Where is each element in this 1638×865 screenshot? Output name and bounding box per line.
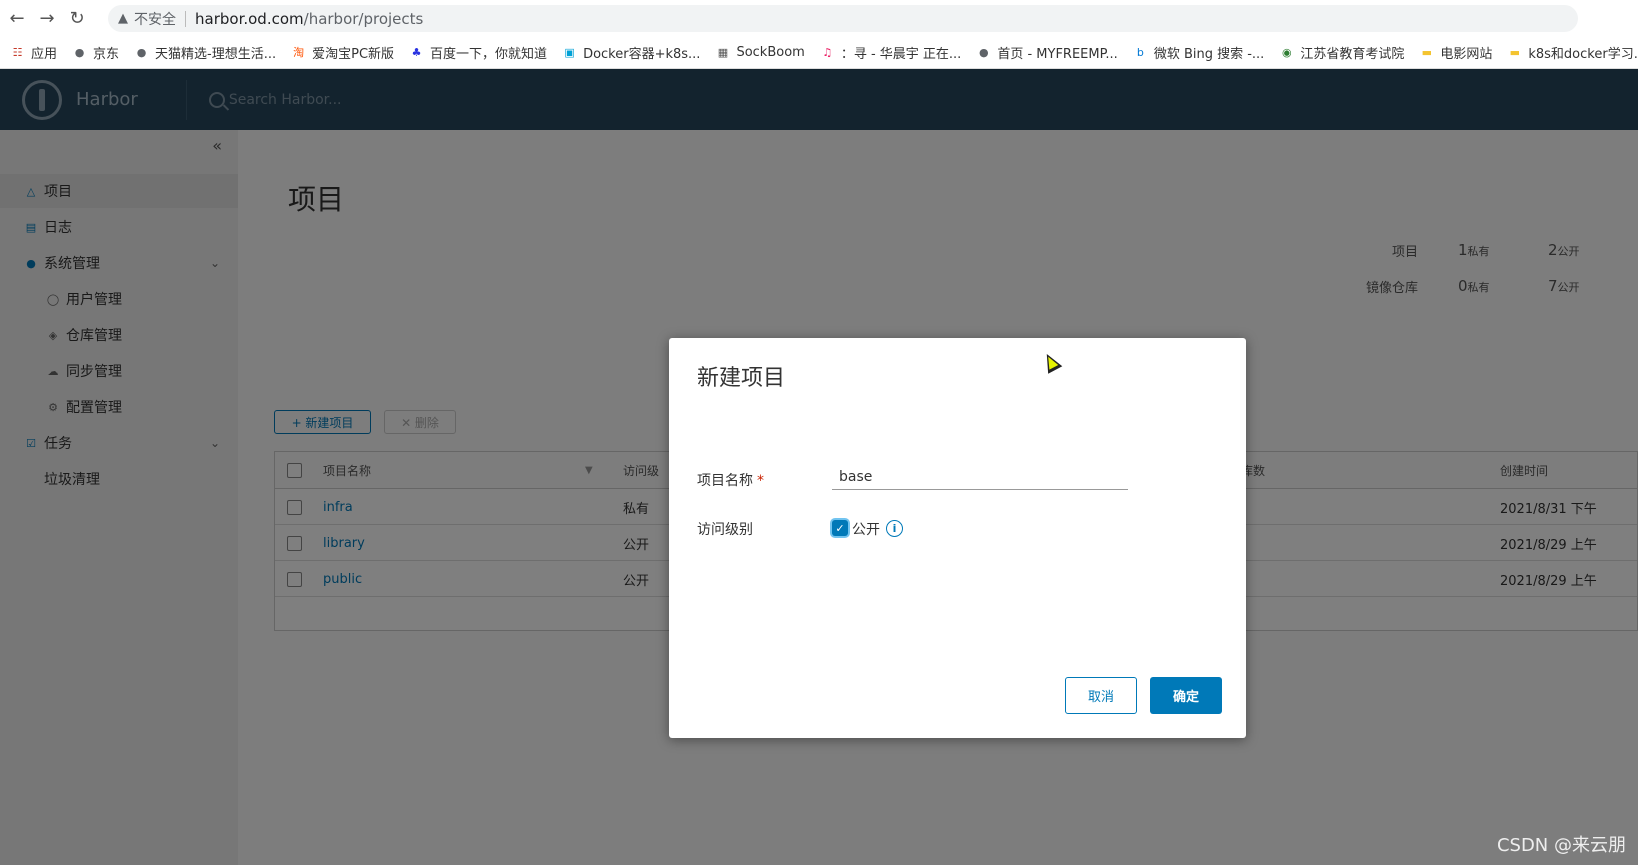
bilibili-icon: ▣	[564, 45, 575, 59]
forward-arrow-icon[interactable]: →	[34, 5, 60, 31]
folder-icon: ▬	[1509, 45, 1521, 59]
url-host: harbor.od.com	[195, 9, 304, 28]
bookmark-label: 爱淘宝PC新版	[312, 46, 395, 62]
sock-icon: ▦	[717, 45, 729, 59]
bookmark-item[interactable]: ♣ 百度一下，你就知道	[409, 43, 547, 62]
project-name-label: 项目名称 *	[697, 470, 764, 490]
globe-icon: ●	[136, 45, 147, 59]
dialog-title: 新建项目	[697, 366, 786, 391]
public-checkbox[interactable]: ✓	[832, 520, 848, 536]
bookmark-label: k8s和docker学习...	[1528, 46, 1638, 62]
security-indicator[interactable]: ▲ 不安全	[118, 9, 176, 29]
bookmark-item[interactable]: b 微软 Bing 搜索 -...	[1133, 43, 1265, 62]
url-text[interactable]: harbor.od.com/harbor/projects	[195, 10, 423, 28]
bookmark-label: 首页 - MYFREEMP...	[997, 46, 1118, 62]
taobao-icon: 淘	[293, 46, 305, 59]
info-icon[interactable]: i	[886, 520, 903, 537]
bookmark-label: 天猫精选-理想生活...	[155, 46, 277, 62]
public-checkbox-label[interactable]: 公开	[852, 519, 880, 539]
bookmarks-bar: ☷ 应用 ● 京东 ● 天猫精选-理想生活... 淘爱淘宝PC新版 ♣ 百度一下，你就知道 ▣ Do…	[0, 36, 1638, 69]
apps-grid-icon: ☷	[12, 45, 23, 59]
project-name-label-text: 项目名称	[697, 473, 753, 489]
bookmark-label: 应用	[31, 46, 58, 62]
reload-icon[interactable]: ↻	[64, 5, 90, 31]
bookmark-item[interactable]: ♫ ：寻 - 华晨宇 正在...	[820, 43, 962, 62]
bookmark-label: 微软 Bing 搜索 -...	[1153, 46, 1265, 62]
bookmark-label: SockBoom	[736, 44, 805, 60]
required-mark: *	[757, 473, 764, 489]
edu-icon: ◉	[1282, 45, 1292, 59]
bookmark-item[interactable]: ▬ 电影网站	[1419, 43, 1493, 62]
baidu-paw-icon: ♣	[411, 45, 422, 59]
url-path: /harbor/projects	[303, 9, 424, 28]
bookmark-item[interactable]: ● 首页 - MYFREEMP...	[976, 43, 1118, 62]
bookmark-item[interactable]: ▣ Docker容器+k8s...	[562, 43, 700, 62]
bookmark-label: ：寻 - 华晨宇 正在...	[840, 46, 962, 62]
bookmark-label: 京东	[93, 46, 120, 62]
globe-icon: ●	[74, 45, 85, 59]
url-divider	[185, 10, 186, 27]
bookmark-item[interactable]: ▦ SockBoom	[715, 44, 805, 60]
insecure-label: 不安全	[134, 11, 176, 28]
warning-triangle-icon: ▲	[118, 11, 128, 26]
address-bar[interactable]: ▲ 不安全 harbor.od.com/harbor/projects	[108, 5, 1578, 32]
bookmark-item[interactable]: ● 京东	[72, 43, 119, 62]
bookmark-item[interactable]: ▬ k8s和docker学习...	[1507, 43, 1638, 62]
music-icon: ♫	[822, 45, 833, 59]
bookmark-item[interactable]: ☷ 应用	[10, 43, 57, 62]
bing-icon: b	[1136, 45, 1144, 59]
cancel-button[interactable]: 取消	[1065, 677, 1137, 714]
ok-button[interactable]: 确定	[1150, 677, 1222, 714]
new-project-dialog: 新建项目 项目名称* 访问级别 ✓ 公开 i 取消 确定	[669, 338, 1246, 738]
bookmark-item[interactable]: ● 天猫精选-理想生活...	[134, 43, 276, 62]
bookmark-label: 江苏省教育考试院	[1300, 46, 1405, 62]
back-arrow-icon[interactable]: ←	[4, 5, 30, 31]
bookmark-item[interactable]: 淘爱淘宝PC新版	[291, 43, 394, 62]
bookmark-item[interactable]: ◉ 江苏省教育考试院	[1279, 43, 1404, 62]
folder-icon: ▬	[1421, 45, 1433, 59]
access-level-label: 访问级别	[697, 522, 753, 538]
globe-icon: ●	[979, 45, 989, 59]
project-name-input[interactable]	[832, 465, 1128, 490]
watermark: CSDN @来云朋	[1496, 835, 1626, 856]
bookmark-label: Docker容器+k8s...	[583, 46, 701, 62]
bookmark-label: 电影网站	[1440, 46, 1493, 62]
browser-toolbar: ← → ↻ ▲ 不安全 harbor.od.com/harbor/project…	[0, 0, 1638, 36]
bookmark-label: 百度一下，你就知道	[430, 46, 548, 62]
